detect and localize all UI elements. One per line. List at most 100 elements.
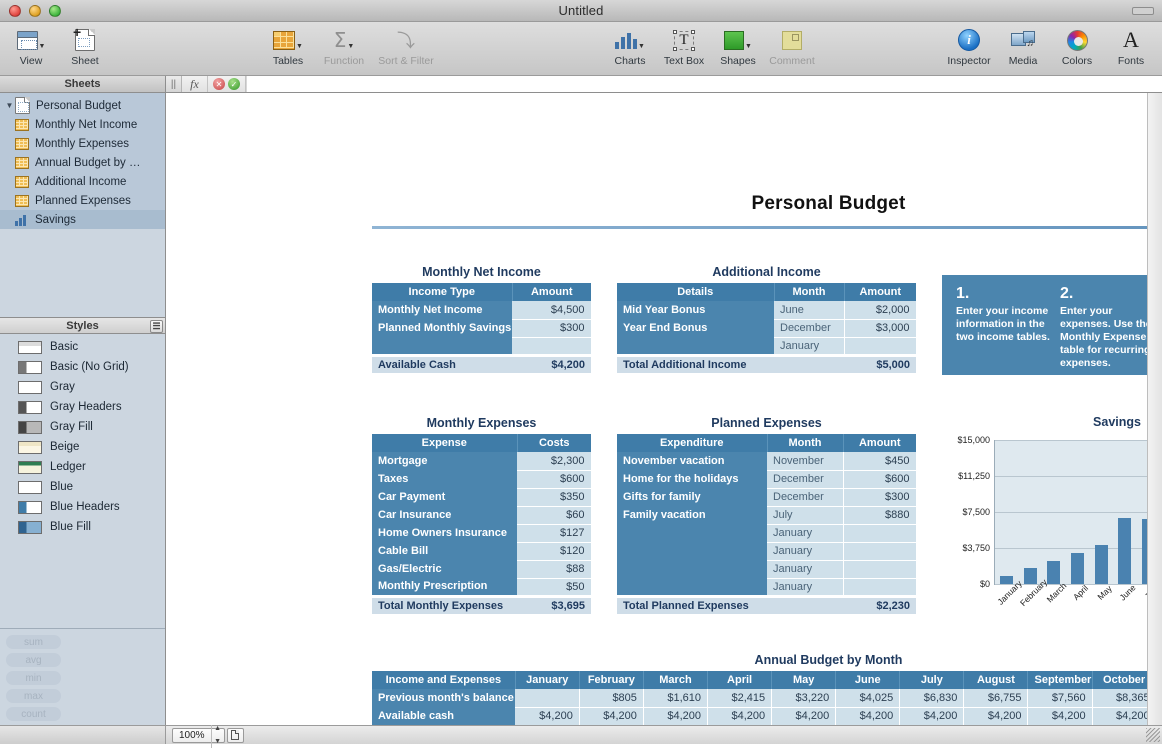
row-header-cell[interactable]: Home Owners Insurance (372, 524, 517, 542)
toolbar-textbox-button[interactable]: T Text Box (659, 25, 709, 67)
toolbar-tables-button[interactable]: ▼ Tables (263, 25, 313, 67)
row-header-cell[interactable]: Cable Bill (372, 542, 517, 560)
month-cell[interactable]: January (774, 337, 845, 356)
table-row[interactable]: Gas/Electric $88 (372, 560, 592, 579)
footer-value-cell[interactable]: $4,200 (512, 353, 591, 373)
month-cell[interactable]: January (767, 542, 844, 561)
value-cell[interactable]: $120 (517, 542, 592, 561)
value-cell[interactable] (843, 542, 917, 561)
value-cell[interactable]: $350 (517, 488, 592, 507)
row-header-cell[interactable]: Monthly Prescription (372, 578, 517, 596)
table-row[interactable]: Mortgage $2,300 (372, 452, 592, 471)
value-cell[interactable]: $300 (843, 488, 917, 507)
table-row[interactable]: Car Payment $350 (372, 488, 592, 507)
table-row[interactable]: Planned Monthly Savings $300 (372, 319, 592, 338)
style-item-blue[interactable]: Blue (0, 477, 165, 497)
month-cell[interactable]: December (767, 488, 844, 507)
column-header[interactable]: Costs (517, 434, 591, 452)
month-cell[interactable]: July (767, 506, 844, 525)
chart-savings[interactable]: Savings $15,000 $11,250 $7,500 $3,750 $0… (942, 415, 1162, 635)
style-item-blue-fill[interactable]: Blue Fill (0, 517, 165, 537)
column-header[interactable]: Amount (843, 434, 916, 452)
value-cell[interactable]: $4,025 (835, 689, 901, 708)
column-header-month[interactable]: August (963, 671, 1029, 689)
toolbar-comment-button[interactable]: Comment (767, 25, 817, 67)
row-header-cell[interactable]: Car Insurance (372, 506, 517, 524)
column-header-month[interactable]: January (515, 671, 580, 689)
table-row[interactable]: Previous month's balance $805 $1,610 $2,415… (372, 689, 1162, 708)
table-row[interactable]: Gifts for family December $300 (617, 488, 917, 507)
table-row[interactable]: Home for the holidays December $600 (617, 470, 917, 489)
value-cell[interactable]: $4,200 (707, 707, 773, 725)
value-cell[interactable]: $3,220 (771, 689, 837, 708)
table-row[interactable]: Home Owners Insurance $127 (372, 524, 592, 543)
column-header-month[interactable]: May (771, 671, 837, 689)
value-cell[interactable]: $805 (579, 689, 644, 708)
value-cell[interactable] (844, 337, 917, 356)
vertical-scrollbar[interactable] (1147, 93, 1162, 725)
row-header-cell[interactable] (617, 542, 767, 560)
style-item-gray-fill[interactable]: Gray Fill (0, 417, 165, 437)
table-row[interactable]: January (617, 337, 917, 356)
toolbar-shapes-button[interactable]: ▼ Shapes (713, 25, 763, 67)
style-item-gray-headers[interactable]: Gray Headers (0, 397, 165, 417)
column-header-month[interactable]: March (643, 671, 709, 689)
toolbar-view-button[interactable]: ▼ View (6, 25, 56, 67)
style-item-ledger[interactable]: Ledger (0, 457, 165, 477)
table-row[interactable]: Cable Bill $120 (372, 542, 592, 561)
value-cell[interactable]: $2,415 (707, 689, 773, 708)
style-item-gray[interactable]: Gray (0, 377, 165, 397)
month-cell[interactable]: June (774, 301, 845, 320)
row-header-cell[interactable] (617, 337, 774, 355)
footer-value-cell[interactable]: $3,695 (517, 594, 591, 614)
value-cell[interactable]: $4,200 (643, 707, 709, 725)
value-cell[interactable]: $600 (517, 470, 592, 489)
toolbar-sort-filter-button[interactable]: ⤵ Sort & Filter (375, 25, 437, 67)
toolbar-function-button[interactable]: Σ ▼ Function (319, 25, 369, 67)
table-footer-row[interactable]: Total Planned Expenses $2,230 (617, 594, 916, 614)
value-cell[interactable]: $127 (517, 524, 592, 543)
toolbar-charts-button[interactable]: ▼ Charts (605, 25, 655, 67)
function-count-button[interactable]: count (6, 707, 61, 721)
table-footer-row[interactable]: Total Monthly Expenses $3,695 (372, 594, 591, 614)
value-cell[interactable]: $88 (517, 560, 592, 579)
footer-label-cell[interactable]: Total Additional Income (617, 353, 844, 373)
column-header[interactable]: Details (617, 283, 775, 301)
zoom-stepper-icon[interactable]: ▲ ▼ (210, 722, 224, 748)
value-cell[interactable] (512, 337, 592, 356)
column-header[interactable]: Month (774, 283, 845, 301)
month-cell[interactable]: December (774, 319, 845, 338)
table-row[interactable]: January (617, 578, 917, 597)
table-row[interactable]: November vacation November $450 (617, 452, 917, 471)
table-row[interactable]: Year End Bonus December $3,000 (617, 319, 917, 338)
column-header[interactable]: Expenditure (617, 434, 768, 452)
value-cell[interactable]: $300 (512, 319, 592, 338)
row-header-cell[interactable]: Gifts for family (617, 488, 767, 506)
page-view-button[interactable] (226, 727, 244, 743)
table-footer-row[interactable]: Total Additional Income $5,000 (617, 353, 916, 373)
formula-input[interactable] (246, 76, 1162, 92)
value-cell[interactable]: $4,200 (771, 707, 837, 725)
column-header[interactable]: Amount (844, 283, 916, 301)
month-cell[interactable]: January (767, 560, 844, 579)
function-fx-icon[interactable]: fx (182, 76, 208, 92)
sidebar-item-personal-budget[interactable]: ▼ Personal Budget (0, 96, 165, 115)
month-cell[interactable]: January (767, 578, 844, 597)
footer-value-cell[interactable]: $5,000 (844, 353, 916, 373)
row-header-cell[interactable]: November vacation (617, 452, 767, 470)
row-header-cell[interactable]: Mid Year Bonus (617, 301, 774, 319)
table-row[interactable]: Monthly Net Income $4,500 (372, 301, 592, 320)
table-additional-income[interactable]: Additional Income Details Month Amount M… (617, 265, 917, 373)
table-monthly-expenses[interactable]: Monthly Expenses Expense Costs Mortgage $… (372, 416, 592, 614)
row-header-cell[interactable]: Taxes (372, 470, 517, 488)
row-header-cell[interactable]: Home for the holidays (617, 470, 767, 488)
sidebar-item-savings[interactable]: Savings (0, 210, 165, 229)
toolbar-toggle-button[interactable] (1132, 7, 1154, 15)
value-cell[interactable]: $4,200 (835, 707, 901, 725)
table-row[interactable]: Monthly Prescription $50 (372, 578, 592, 597)
value-cell[interactable]: $1,610 (643, 689, 709, 708)
value-cell[interactable]: $450 (843, 452, 917, 471)
column-header[interactable]: Income Type (372, 283, 513, 301)
table-row[interactable]: Taxes $600 (372, 470, 592, 489)
column-header-month[interactable]: June (835, 671, 901, 689)
